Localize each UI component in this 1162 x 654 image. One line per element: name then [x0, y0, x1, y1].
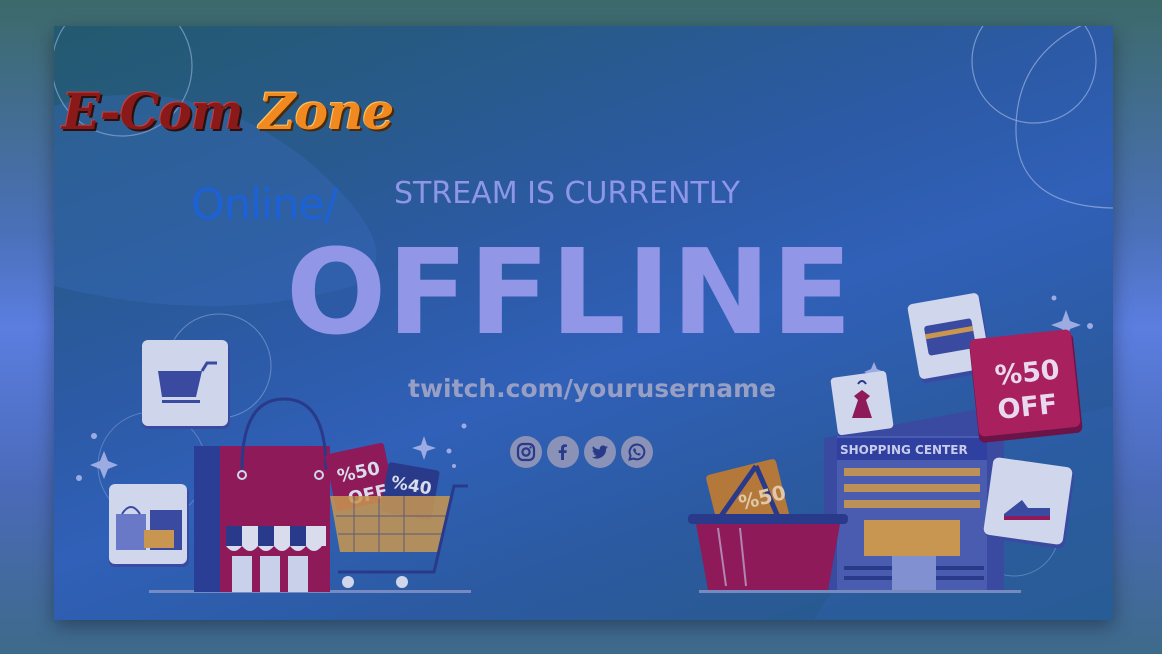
offline-headline: OFFLINE	[286, 223, 853, 361]
instagram-icon[interactable]	[510, 436, 542, 468]
twitter-icon[interactable]	[584, 436, 616, 468]
shopping-center-sign: SHOPPING CENTER	[840, 443, 968, 457]
facebook-icon[interactable]	[547, 436, 579, 468]
whatsapp-icon[interactable]	[621, 436, 653, 468]
offline-banner: %50 OFF %40 SHOPPING CENTER %50 %50 OFF …	[54, 26, 1113, 620]
brand-logo-part1: E-Com	[62, 82, 244, 141]
stream-status-prefix: STREAM IS CURRENTLY	[394, 176, 740, 211]
channel-url: twitch.com/yourusername	[408, 374, 777, 403]
brand-logo-part2: Zone	[259, 82, 394, 141]
social-links	[510, 436, 653, 468]
right-discount-off: OFF	[996, 389, 1059, 426]
brand-logo: E-Com Zone	[62, 82, 394, 141]
